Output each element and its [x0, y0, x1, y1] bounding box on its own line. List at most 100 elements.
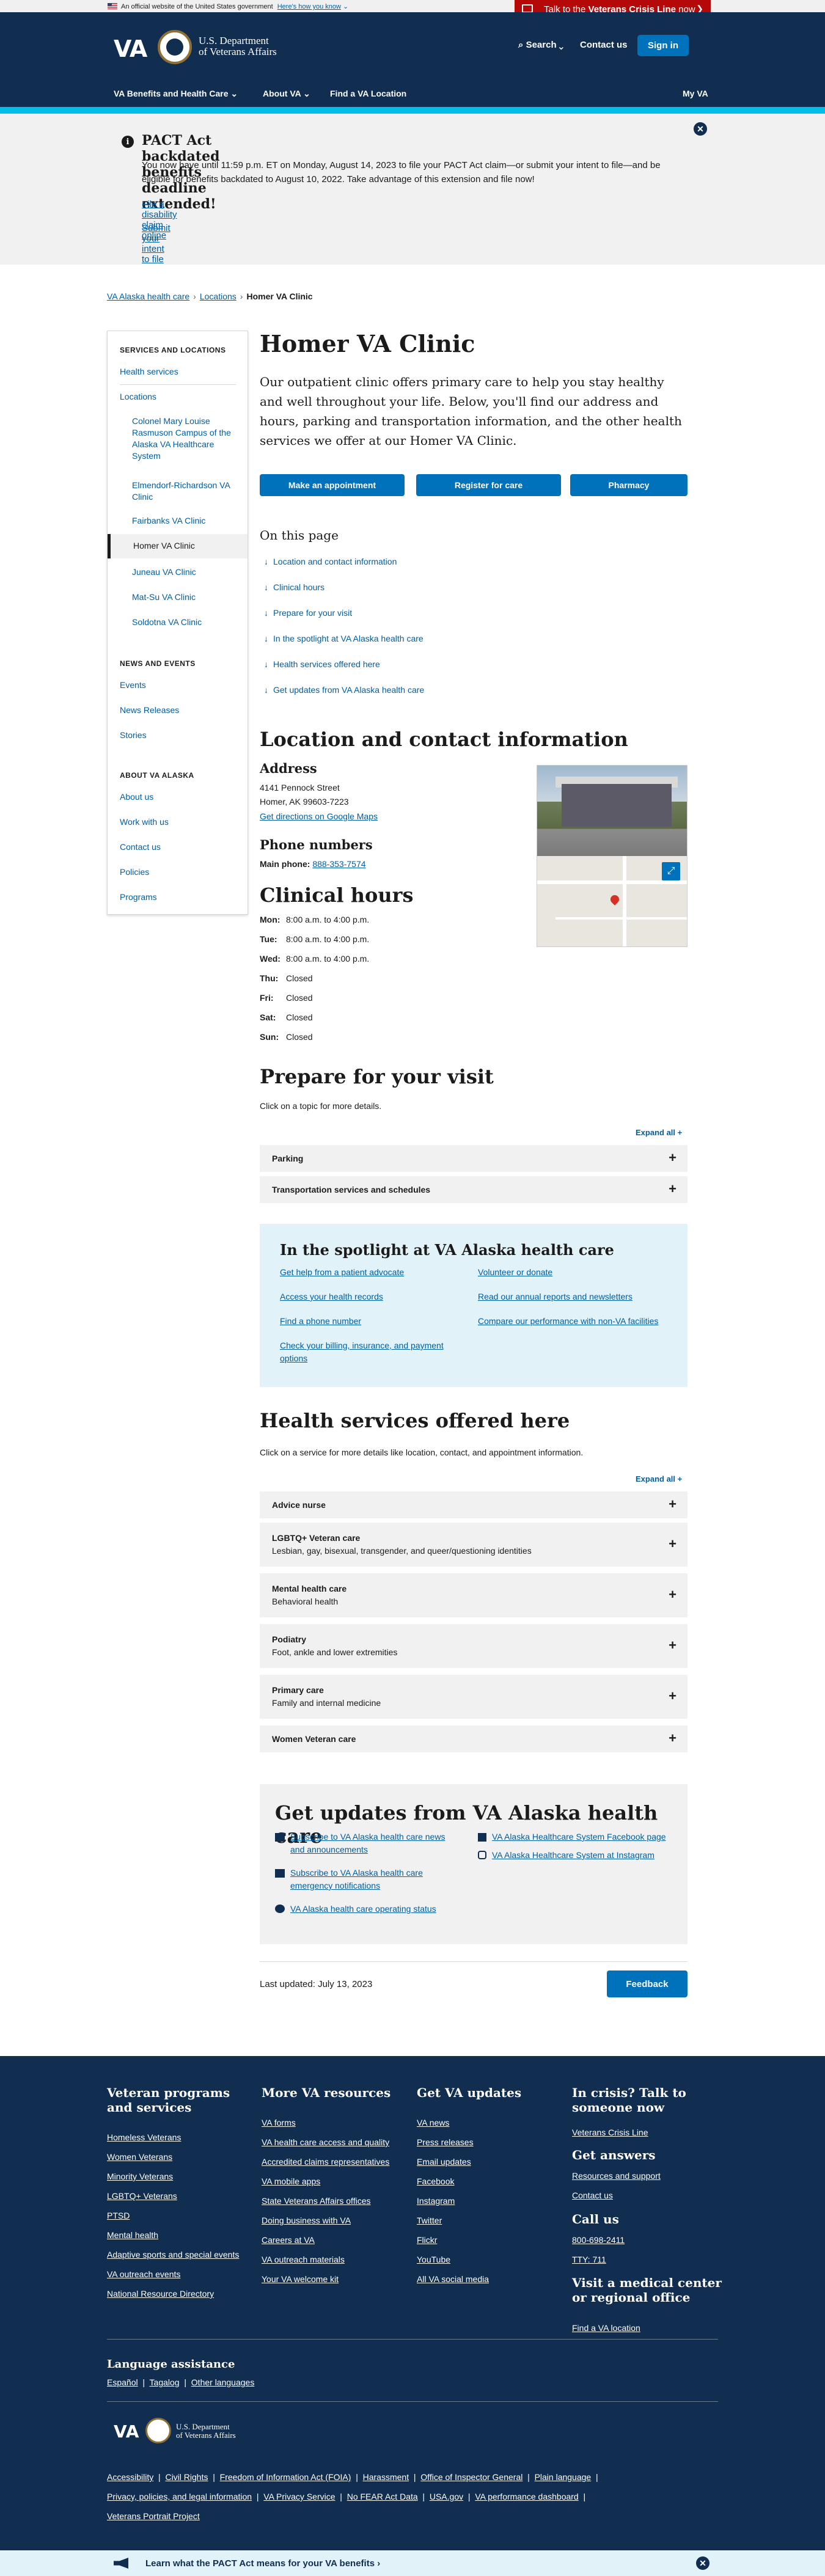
- footer-link[interactable]: VA mobile apps: [262, 2176, 320, 2186]
- jump-services[interactable]: ↓ Health services offered here: [264, 659, 380, 669]
- accordion-parking[interactable]: Parking +: [260, 1145, 688, 1172]
- footer-link[interactable]: Your VA welcome kit: [262, 2274, 339, 2284]
- breadcrumb-alaska[interactable]: VA Alaska health care: [107, 291, 189, 301]
- subscribe-news-link[interactable]: Subscribe to VA Alaska health care news …: [290, 1831, 461, 1856]
- spotlight-link[interactable]: Find a phone number: [280, 1315, 361, 1328]
- footer-link[interactable]: Adaptive sports and special events: [107, 2250, 239, 2259]
- spotlight-link[interactable]: Read our annual reports and newsletters: [478, 1290, 632, 1303]
- accordion-service[interactable]: Advice nurse +: [260, 1491, 688, 1518]
- sidebar-item-contact-us[interactable]: Contact us: [120, 841, 161, 853]
- spotlight-link[interactable]: Volunteer or donate: [478, 1266, 552, 1279]
- sidebar-item-news-releases[interactable]: News Releases: [120, 704, 179, 716]
- footer-link[interactable]: Flickr: [417, 2235, 437, 2245]
- footer-legal-link[interactable]: Freedom of Information Act (FOIA): [220, 2472, 351, 2482]
- main-phone-link[interactable]: 888-353-7574: [312, 859, 365, 869]
- footer-link[interactable]: State Veterans Affairs offices: [262, 2196, 370, 2206]
- nav-benefits-health-care[interactable]: VA Benefits and Health Care ⌄: [114, 89, 238, 99]
- spotlight-link[interactable]: Check your billing, insurance, and payme…: [280, 1339, 463, 1365]
- footer-link[interactable]: VA outreach materials: [262, 2255, 345, 2264]
- expand-map-icon[interactable]: ⤢: [662, 862, 680, 880]
- footer-link[interactable]: Careers at VA: [262, 2235, 315, 2245]
- location-map[interactable]: ⤢: [537, 765, 688, 947]
- accordion-transportation[interactable]: Transportation services and schedules +: [260, 1176, 688, 1203]
- accordion-service[interactable]: Podiatry Foot, ankle and lower extremitie…: [260, 1624, 688, 1668]
- nav-my-va[interactable]: My VA: [683, 89, 708, 98]
- footer-link[interactable]: Women Veterans: [107, 2152, 172, 2162]
- footer-phone-link[interactable]: 800-698-2411: [572, 2235, 625, 2245]
- footer-legal-link[interactable]: Plain language: [535, 2472, 592, 2482]
- jump-location[interactable]: ↓ Location and contact information: [264, 557, 397, 566]
- lang-other[interactable]: Other languages: [191, 2377, 255, 2387]
- sidebar-item-juneau[interactable]: Juneau VA Clinic: [132, 566, 196, 578]
- sidebar-item-about-us[interactable]: About us: [120, 791, 153, 803]
- footer-crisis-link[interactable]: Veterans Crisis Line: [572, 2128, 648, 2137]
- spotlight-link[interactable]: Access your health records: [280, 1290, 383, 1303]
- close-icon[interactable]: ✕: [696, 2556, 710, 2570]
- contact-us-link[interactable]: Contact us: [580, 40, 628, 50]
- directions-link[interactable]: Get directions on Google Maps: [260, 810, 378, 822]
- register-for-care-button[interactable]: Register for care: [416, 474, 561, 496]
- accordion-service[interactable]: Mental health care Behavioral health +: [260, 1573, 688, 1617]
- spotlight-link[interactable]: Get help from a patient advocate: [280, 1266, 404, 1279]
- jump-hours[interactable]: ↓ Clinical hours: [264, 582, 324, 592]
- footer-legal-link[interactable]: Office of Inspector General: [420, 2472, 522, 2482]
- spotlight-link[interactable]: Compare our performance with non-VA faci…: [478, 1315, 661, 1328]
- footer-link[interactable]: VA outreach events: [107, 2269, 180, 2279]
- sidebar-item-elmendorf[interactable]: Elmendorf-Richardson VA Clinic: [132, 480, 233, 503]
- nav-find-location[interactable]: Find a VA Location: [330, 89, 406, 98]
- sidebar-item-soldotna[interactable]: Soldotna VA Clinic: [132, 617, 202, 628]
- footer-legal-link[interactable]: Civil Rights: [165, 2472, 208, 2482]
- footer-va-logo[interactable]: VA: [114, 2421, 139, 2442]
- footer-link[interactable]: Contact us: [572, 2190, 613, 2200]
- footer-link[interactable]: VA forms: [262, 2118, 296, 2128]
- heres-how-link[interactable]: Here's how you know: [277, 3, 341, 10]
- footer-link[interactable]: Twitter: [417, 2216, 442, 2225]
- footer-legal-link[interactable]: Veterans Portrait Project: [107, 2511, 200, 2521]
- footer-legal-link[interactable]: VA Privacy Service: [263, 2492, 335, 2501]
- footer-link[interactable]: Instagram: [417, 2196, 455, 2206]
- footer-link[interactable]: Resources and support: [572, 2171, 661, 2181]
- footer-link[interactable]: National Resource Directory: [107, 2289, 214, 2299]
- operating-status-link[interactable]: VA Alaska health care operating status: [290, 1903, 436, 1916]
- footer-legal-link[interactable]: VA performance dashboard: [475, 2492, 578, 2501]
- footer-link[interactable]: Doing business with VA: [262, 2216, 351, 2225]
- va-logo[interactable]: VA: [114, 35, 147, 62]
- accordion-service[interactable]: Primary care Family and internal medicine…: [260, 1675, 688, 1719]
- lang-tagalog[interactable]: Tagalog: [150, 2377, 180, 2387]
- sidebar-item-fairbanks[interactable]: Fairbanks VA Clinic: [132, 515, 205, 527]
- intent-to-file-link[interactable]: Submit your intent to file: [142, 223, 170, 265]
- sidebar-item-policies[interactable]: Policies: [120, 866, 149, 878]
- footer-link[interactable]: Accredited claims representatives: [262, 2157, 389, 2167]
- footer-link[interactable]: YouTube: [417, 2255, 450, 2264]
- footer-link[interactable]: All VA social media: [417, 2274, 489, 2284]
- footer-link[interactable]: VA news: [417, 2118, 449, 2128]
- sidebar-item-matsu[interactable]: Mat-Su VA Clinic: [132, 591, 196, 603]
- sidebar-item-locations[interactable]: Locations: [120, 391, 156, 403]
- jump-prepare[interactable]: ↓ Prepare for your visit: [264, 608, 352, 618]
- breadcrumb-locations[interactable]: Locations: [200, 291, 237, 301]
- expand-all-prepare-button[interactable]: Expand all +: [636, 1128, 682, 1137]
- facebook-link[interactable]: VA Alaska Healthcare System Facebook pag…: [492, 1831, 666, 1843]
- footer-legal-link[interactable]: USA.gov: [430, 2492, 463, 2501]
- expand-all-services-button[interactable]: Expand all +: [636, 1474, 682, 1484]
- footer-link[interactable]: PTSD: [107, 2211, 130, 2220]
- sidebar-item-health-services[interactable]: Health services: [120, 366, 178, 378]
- sidebar-item-programs[interactable]: Programs: [120, 891, 157, 903]
- footer-link[interactable]: LGBTQ+ Veterans: [107, 2191, 177, 2201]
- nav-about-va[interactable]: About VA ⌄: [263, 89, 310, 99]
- footer-tty-link[interactable]: TTY: 711: [572, 2255, 606, 2264]
- subscribe-emergency-link[interactable]: Subscribe to VA Alaska health care emerg…: [290, 1867, 461, 1892]
- instagram-link[interactable]: VA Alaska Healthcare System at Instagram: [492, 1849, 654, 1862]
- accordion-service[interactable]: LGBTQ+ Veteran care Lesbian, gay, bisexua…: [260, 1523, 688, 1567]
- footer-legal-link[interactable]: Accessibility: [107, 2472, 153, 2482]
- sidebar-item-rasmuson[interactable]: Colonel Mary Louise Rasmuson Campus of t…: [132, 415, 233, 462]
- footer-legal-link[interactable]: Privacy, policies, and legal information: [107, 2492, 252, 2501]
- sidebar-item-homer[interactable]: Homer VA Clinic: [108, 534, 248, 558]
- sidebar-item-stories[interactable]: Stories: [120, 730, 147, 741]
- pact-act-promo-link[interactable]: Learn what the PACT Act means for your V…: [145, 2558, 380, 2569]
- footer-legal-link[interactable]: Harassment: [363, 2472, 409, 2482]
- footer-find-location-link[interactable]: Find a VA location: [572, 2323, 640, 2333]
- jump-updates[interactable]: ↓ Get updates from VA Alaska health care: [264, 685, 424, 695]
- make-appointment-button[interactable]: Make an appointment: [260, 474, 405, 496]
- footer-link[interactable]: Homeless Veterans: [107, 2132, 181, 2142]
